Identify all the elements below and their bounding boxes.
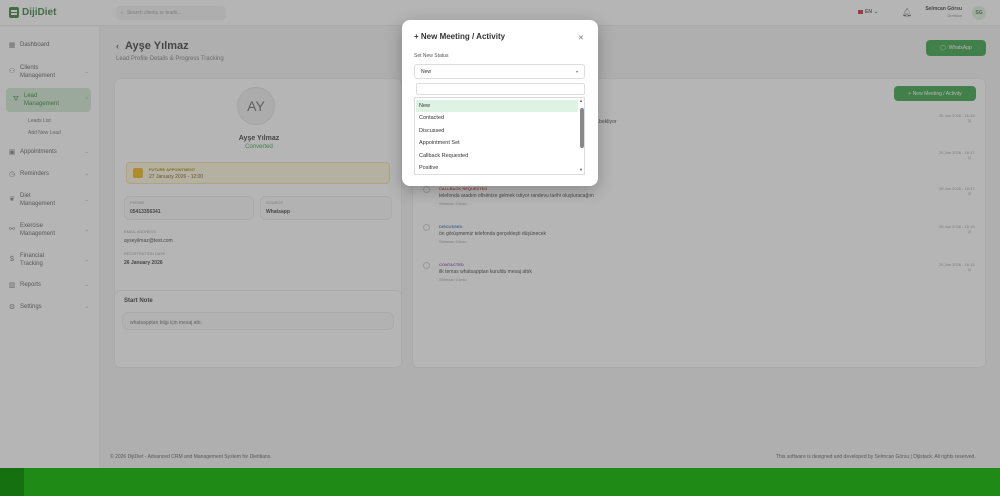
close-icon[interactable]: ✕: [578, 34, 584, 42]
status-dropdown-list: New Contacted Discussed Appointment Set …: [414, 97, 585, 175]
status-search-input[interactable]: [416, 83, 585, 95]
status-option-discussed[interactable]: Discussed: [416, 125, 578, 137]
modal-title: + New Meeting / Activity: [414, 32, 506, 41]
status-select-value: New: [421, 68, 432, 75]
chevron-down-icon: ▾: [575, 69, 578, 74]
status-option-callback-requested[interactable]: Callback Requested: [416, 150, 578, 162]
app: DijiDiet ⌕ Search clients or leads... EN ⌄…: [0, 0, 1000, 468]
status-option-appointment-set[interactable]: Appointment Set: [416, 137, 578, 149]
scroll-up-icon[interactable]: ▲: [579, 98, 583, 103]
status-select[interactable]: New ▾: [414, 64, 585, 79]
scrollbar-thumb[interactable]: [580, 108, 584, 148]
status-option-new[interactable]: New: [416, 100, 578, 112]
status-option-contacted[interactable]: Contacted: [416, 112, 578, 124]
dropdown-scrollbar[interactable]: ▲ ▼: [579, 98, 584, 174]
new-meeting-modal: + New Meeting / Activity ✕ Set New Statu…: [402, 20, 598, 186]
bottom-bar-edge: [0, 468, 24, 496]
bottom-bar: [0, 468, 1000, 496]
status-option-positive[interactable]: Positive: [416, 162, 578, 174]
scroll-down-icon[interactable]: ▼: [579, 167, 583, 172]
status-label: Set New Status: [414, 53, 449, 59]
